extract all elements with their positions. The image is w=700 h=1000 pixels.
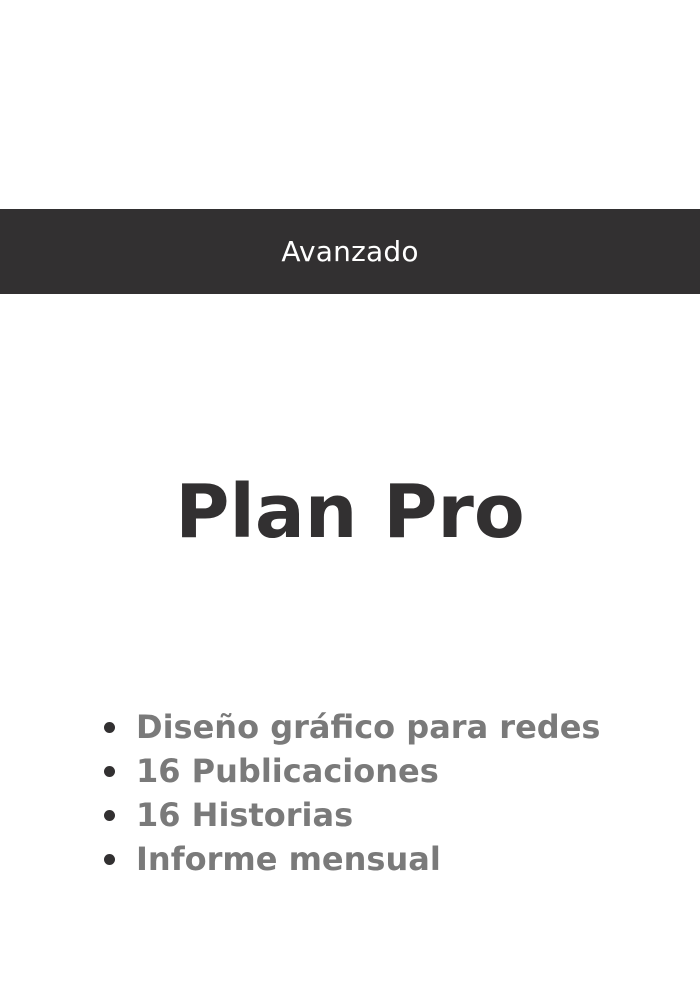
- feature-text: Diseño gráfico para redes: [136, 708, 601, 746]
- bullet-icon: [104, 721, 115, 733]
- bullet-icon: [104, 809, 115, 821]
- feature-text: 16 Publicaciones: [136, 752, 439, 790]
- feature-list: Diseño gráfico para redes 16 Publicacion…: [104, 705, 600, 881]
- feature-item: Informe mensual: [104, 837, 600, 881]
- pricing-card: Avanzado Plan Pro Diseño gráfico para re…: [0, 0, 700, 1000]
- tier-banner: Avanzado: [0, 209, 700, 294]
- feature-item: 16 Historias: [104, 793, 600, 837]
- bullet-icon: [104, 765, 115, 777]
- feature-text: 16 Historias: [136, 796, 354, 834]
- feature-text: Informe mensual: [136, 840, 441, 878]
- plan-title: Plan Pro: [175, 469, 525, 555]
- bullet-icon: [104, 853, 115, 865]
- tier-label: Avanzado: [281, 235, 419, 268]
- feature-item: Diseño gráfico para redes: [104, 705, 600, 749]
- feature-item: 16 Publicaciones: [104, 749, 600, 793]
